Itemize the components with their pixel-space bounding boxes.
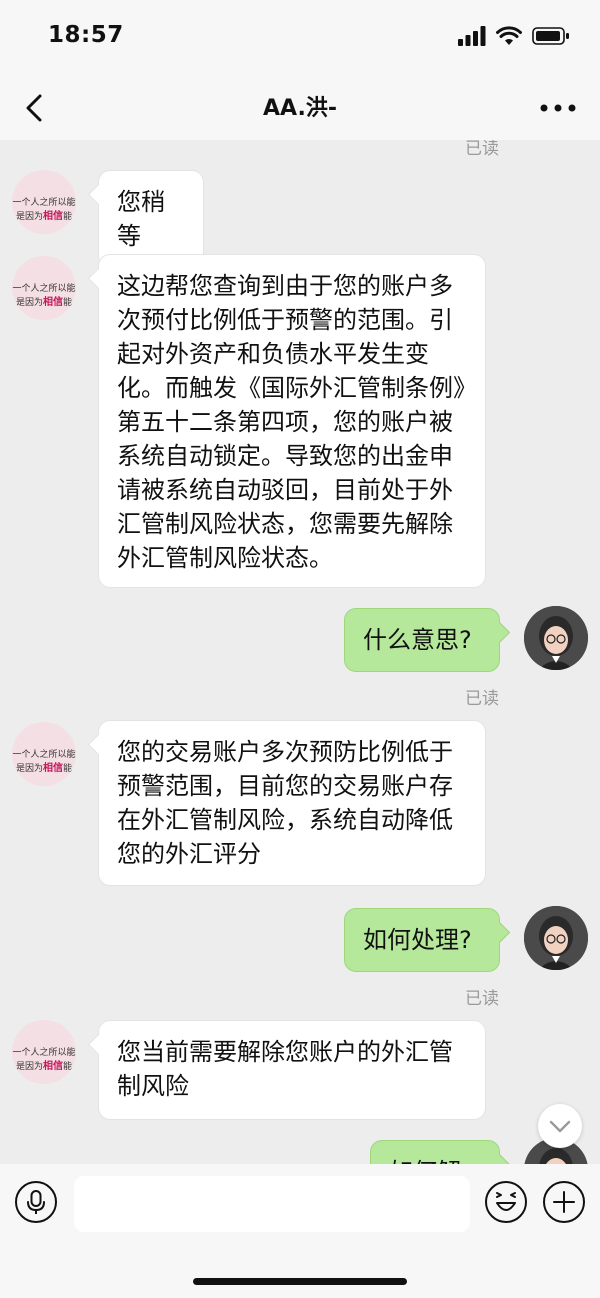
home-indicator[interactable] <box>193 1278 407 1285</box>
message-bubble-outgoing[interactable]: 如何解除 <box>370 1140 500 1164</box>
read-status: 已读 <box>465 989 499 1009</box>
user-avatar[interactable] <box>524 906 588 970</box>
nav-bar: AA.洪- <box>0 78 600 140</box>
contact-avatar[interactable]: 一个人之所以能 是因为相信能 <box>12 722 76 786</box>
microphone-icon <box>15 1181 57 1223</box>
user-avatar[interactable] <box>524 606 588 670</box>
read-status: 已读 <box>465 140 499 159</box>
voice-input-button[interactable] <box>14 1180 58 1224</box>
user-portrait-icon <box>524 606 588 670</box>
chevron-down-icon <box>549 1120 571 1133</box>
read-status: 已读 <box>465 689 499 709</box>
message-bubble-outgoing[interactable]: 什么意思? <box>344 608 500 672</box>
more-options-button[interactable] <box>538 90 578 126</box>
emoji-button[interactable] <box>484 1180 528 1224</box>
message-bubble-incoming[interactable]: 您的交易账户多次预防比例低于预警范围，目前您的交易账户存在外汇管制风险，系统自动… <box>98 720 486 886</box>
message-bubble-incoming[interactable]: 这边帮您查询到由于您的账户多次预付比例低于预警的范围。引起对外资产和负债水平发生… <box>98 254 486 588</box>
emoji-icon <box>485 1181 527 1223</box>
more-dots-icon <box>540 104 576 112</box>
contact-avatar[interactable]: 一个人之所以能 是因为相信能 <box>12 256 76 320</box>
status-time: 18:57 <box>48 22 124 48</box>
plus-icon <box>543 1181 585 1223</box>
cellular-signal-icon <box>458 26 486 46</box>
status-bar: 18:57 <box>0 0 600 78</box>
message-bubble-incoming[interactable]: 您当前需要解除您账户的外汇管制风险 <box>98 1020 486 1120</box>
user-portrait-icon <box>524 906 588 970</box>
wifi-icon <box>496 26 522 45</box>
scroll-to-bottom-button[interactable] <box>538 1104 582 1148</box>
message-input[interactable] <box>74 1176 470 1232</box>
battery-icon <box>532 27 569 45</box>
chat-title: AA.洪- <box>263 96 337 121</box>
status-icons <box>458 26 570 46</box>
more-actions-button[interactable] <box>542 1180 586 1224</box>
contact-avatar[interactable]: 一个人之所以能 是因为相信能 <box>12 1020 76 1084</box>
message-bubble-outgoing[interactable]: 如何处理? <box>344 908 500 972</box>
contact-avatar[interactable]: 一个人之所以能 是因为相信能 <box>12 170 76 234</box>
message-list[interactable]: 已读 一个人之所以能 是因为相信能 您稍等 一个人之所以能 是因为相信能 这边帮… <box>0 140 600 1164</box>
